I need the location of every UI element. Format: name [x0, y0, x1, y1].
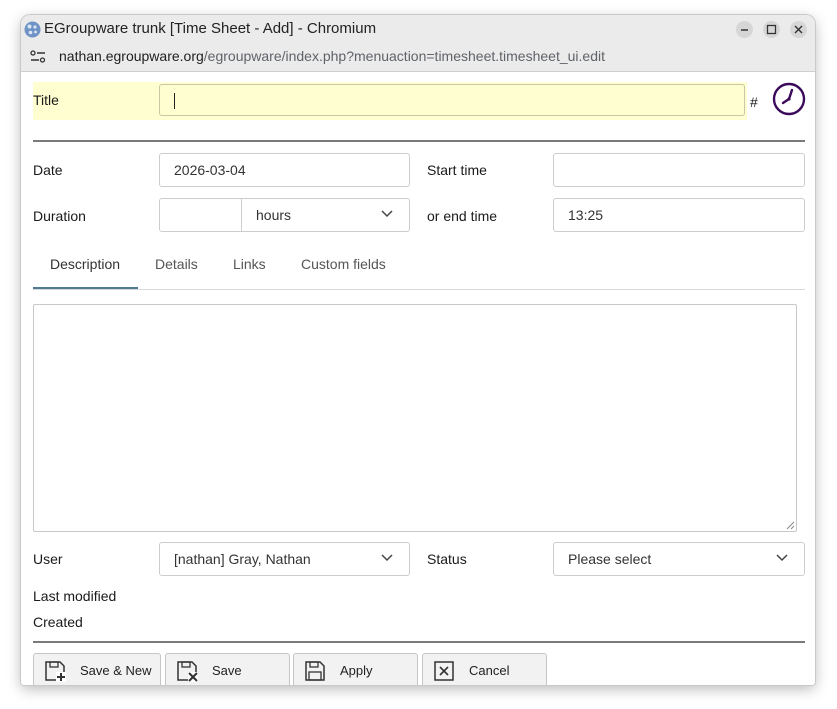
- chevron-down-icon: [381, 210, 393, 218]
- title-label: Title: [33, 92, 59, 108]
- title-bar: EGroupware trunk [Time Sheet - Add] - Ch…: [21, 15, 815, 43]
- duration-input[interactable]: [160, 199, 241, 231]
- end-time-label: or end time: [427, 208, 498, 224]
- apply-button[interactable]: Apply: [293, 653, 418, 685]
- hash-label: #: [750, 94, 758, 110]
- resize-grip-icon[interactable]: [786, 521, 795, 530]
- date-value: 2026-03-04: [174, 162, 246, 178]
- tab-details[interactable]: Details: [155, 256, 198, 272]
- date-input[interactable]: 2026-03-04: [159, 153, 410, 187]
- close-icon: [794, 25, 803, 34]
- minimize-button[interactable]: [736, 21, 753, 38]
- header-divider: [33, 140, 805, 142]
- footer-divider: [33, 641, 805, 643]
- user-select[interactable]: [nathan] Gray, Nathan: [159, 542, 410, 576]
- browser-window: EGroupware trunk [Time Sheet - Add] - Ch…: [21, 15, 815, 685]
- save-close-icon: [177, 661, 198, 682]
- save-button[interactable]: Save: [165, 653, 290, 685]
- date-label: Date: [33, 162, 63, 178]
- maximize-button[interactable]: [763, 21, 780, 38]
- save-label: Save: [212, 663, 242, 678]
- address-bar[interactable]: nathan.egroupware.org/egroupware/index.p…: [21, 43, 815, 72]
- save-and-new-label: Save & New: [80, 663, 152, 678]
- text-caret: [174, 93, 175, 109]
- floppy-disk-icon: [305, 661, 325, 681]
- save-and-new-button[interactable]: Save & New: [33, 653, 161, 685]
- minimize-icon: [741, 29, 748, 31]
- user-value: [nathan] Gray, Nathan: [174, 551, 311, 567]
- duration-label: Duration: [33, 208, 86, 224]
- start-time-input[interactable]: [553, 153, 805, 187]
- active-tab-indicator: [33, 287, 138, 289]
- tab-links[interactable]: Links: [233, 256, 266, 272]
- timesheet-clock-icon: [772, 82, 806, 116]
- cancel-icon: [434, 661, 454, 681]
- duration-unit-value: hours: [256, 207, 292, 223]
- url-text[interactable]: nathan.egroupware.org/egroupware/index.p…: [59, 48, 605, 64]
- window-title: EGroupware trunk [Time Sheet - Add] - Ch…: [44, 20, 377, 37]
- duration-field: hours: [159, 198, 410, 232]
- title-input[interactable]: [159, 84, 745, 116]
- status-label: Status: [427, 551, 467, 567]
- end-time-input[interactable]: 13:25: [553, 198, 805, 232]
- created-label: Created: [33, 614, 83, 630]
- status-select[interactable]: Please select: [553, 542, 805, 576]
- user-label: User: [33, 551, 63, 567]
- last-modified-label: Last modified: [33, 588, 117, 604]
- cancel-label: Cancel: [469, 663, 510, 678]
- site-info-icon[interactable]: [30, 50, 46, 64]
- timesheet-edit-form: Title # Date 2026-03-04 Start time Durat…: [21, 72, 815, 685]
- apply-label: Apply: [340, 663, 373, 678]
- tab-description[interactable]: Description: [50, 256, 120, 272]
- duration-unit-select[interactable]: hours: [242, 199, 409, 231]
- url-path: /egroupware/index.php?menuaction=timeshe…: [203, 48, 605, 64]
- tab-bar: Description Details Links Custom fields: [33, 242, 805, 290]
- egroupware-app-icon: [24, 21, 41, 38]
- chevron-down-icon: [381, 554, 393, 562]
- description-textarea[interactable]: [33, 304, 797, 532]
- cancel-button[interactable]: Cancel: [422, 653, 547, 685]
- chevron-down-icon: [776, 554, 788, 562]
- close-window-button[interactable]: [790, 21, 807, 38]
- status-value: Please select: [568, 551, 652, 567]
- tab-custom-fields[interactable]: Custom fields: [301, 256, 386, 272]
- maximize-icon: [766, 24, 777, 35]
- save-new-icon: [45, 661, 66, 682]
- end-time-value: 13:25: [568, 207, 604, 223]
- url-host: nathan.egroupware.org: [59, 48, 204, 64]
- start-time-label: Start time: [427, 162, 487, 178]
